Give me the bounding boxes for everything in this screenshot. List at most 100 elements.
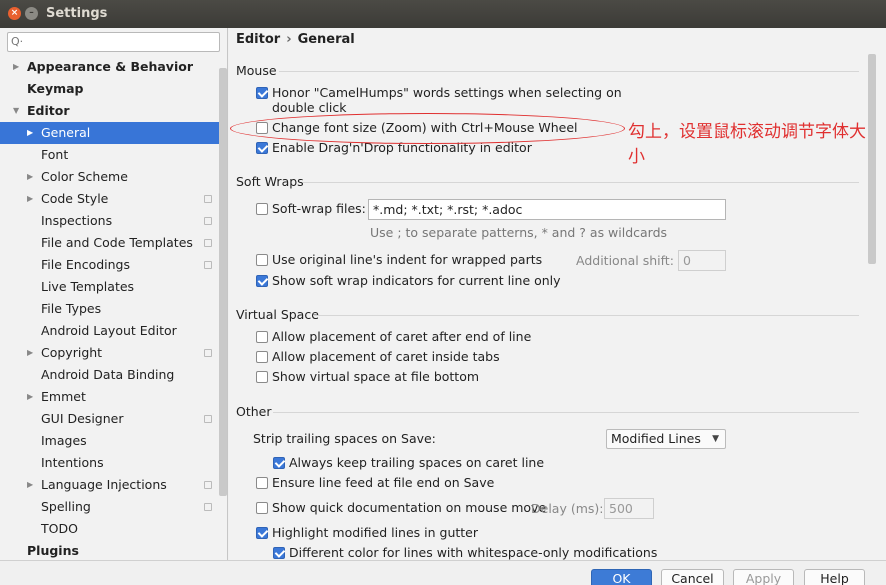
- sidebar-item-label: Plugins: [27, 543, 79, 558]
- strip-trailing-select[interactable]: Modified Lines ▼: [606, 429, 726, 449]
- project-scope-icon: [204, 481, 212, 489]
- virtual-space-bottom-checkbox[interactable]: [256, 371, 268, 383]
- chevron-right-icon[interactable]: ▶: [13, 56, 19, 78]
- sidebar-item-label: Code Style: [41, 191, 109, 206]
- sidebar-item-code-style[interactable]: ▶ Code Style: [0, 188, 227, 210]
- highlight-modified-label: Highlight modified lines in gutter: [272, 525, 479, 540]
- section-divider: [313, 315, 859, 316]
- caret-inside-tabs-checkbox[interactable]: [256, 351, 268, 363]
- cancel-button[interactable]: Cancel: [661, 569, 724, 585]
- minimize-icon[interactable]: –: [25, 7, 38, 20]
- sidebar-item-spelling[interactable]: Spelling: [0, 496, 227, 518]
- project-scope-icon: [204, 217, 212, 225]
- caret-after-eol-checkbox[interactable]: [256, 331, 268, 343]
- highlight-modified-checkbox[interactable]: [256, 527, 268, 539]
- camelhumps-label-line2: double click: [272, 100, 347, 115]
- project-scope-icon: [204, 261, 212, 269]
- additional-shift-input[interactable]: 0: [678, 250, 726, 271]
- sidebar-item-label: Font: [41, 147, 69, 162]
- sidebar-item-label: File and Code Templates: [41, 235, 193, 250]
- sidebar-item-file-templates[interactable]: File and Code Templates: [0, 232, 227, 254]
- sidebar-item-general[interactable]: ▶ General: [0, 122, 227, 144]
- title-bar: × – Settings: [0, 0, 886, 28]
- apply-button[interactable]: Apply: [733, 569, 794, 585]
- camelhumps-label: Honor "CamelHumps" words settings when s…: [272, 85, 622, 100]
- sidebar-item-images[interactable]: Images: [0, 430, 227, 452]
- additional-shift-label: Additional shift:: [576, 253, 674, 268]
- sidebar-item-label: Emmet: [41, 389, 86, 404]
- sidebar-item-label: Appearance & Behavior: [27, 59, 193, 74]
- chevron-down-icon: ▼: [712, 434, 719, 444]
- ok-button[interactable]: OK: [591, 569, 652, 585]
- soft-wrap-files-input[interactable]: *.md; *.txt; *.rst; *.adoc: [368, 199, 726, 220]
- sidebar-item-inspections[interactable]: Inspections: [0, 210, 227, 232]
- sidebar-item-emmet[interactable]: ▶ Emmet: [0, 386, 227, 408]
- sidebar-item-keymap[interactable]: Keymap: [0, 78, 227, 100]
- project-scope-icon: [204, 415, 212, 423]
- settings-sidebar: Q· ▶ Appearance & Behavior Keymap ▼ Editor…: [0, 28, 228, 560]
- window-title: Settings: [46, 6, 108, 21]
- chevron-right-icon[interactable]: ▶: [27, 188, 33, 210]
- sidebar-item-plugins[interactable]: Plugins: [0, 540, 227, 560]
- sidebar-item-file-types[interactable]: File Types: [0, 298, 227, 320]
- chevron-right-icon[interactable]: ▶: [27, 474, 33, 496]
- search-input[interactable]: Q·: [7, 32, 220, 52]
- sidebar-item-copyright[interactable]: ▶ Copyright: [0, 342, 227, 364]
- whitespace-color-label: Different color for lines with whitespac…: [289, 545, 658, 560]
- soft-wrap-indicators-checkbox[interactable]: [256, 275, 268, 287]
- caret-after-eol-label: Allow placement of caret after end of li…: [272, 329, 532, 344]
- keep-trailing-checkbox[interactable]: [273, 457, 285, 469]
- sidebar-item-language-injections[interactable]: ▶ Language Injections: [0, 474, 227, 496]
- soft-wrap-hint: Use ; to separate patterns, * and ? as w…: [370, 225, 668, 240]
- quick-doc-checkbox[interactable]: [256, 502, 268, 514]
- sidebar-item-label: Keymap: [27, 81, 84, 96]
- sidebar-item-label: Language Injections: [41, 477, 167, 492]
- soft-wrap-files-checkbox[interactable]: [256, 203, 268, 215]
- sidebar-item-color-scheme[interactable]: ▶ Color Scheme: [0, 166, 227, 188]
- breadcrumb-separator: ›: [286, 32, 292, 47]
- ensure-lf-checkbox[interactable]: [256, 477, 268, 489]
- section-divider: [273, 412, 859, 413]
- sidebar-item-todo[interactable]: TODO: [0, 518, 227, 540]
- drag-drop-checkbox[interactable]: [256, 142, 268, 154]
- annotation-ellipse: [230, 113, 625, 144]
- sidebar-item-file-encodings[interactable]: File Encodings: [0, 254, 227, 276]
- sidebar-scrollbar[interactable]: [219, 68, 227, 496]
- chevron-down-icon[interactable]: ▼: [13, 100, 19, 122]
- delay-label: Delay (ms):: [531, 501, 604, 516]
- search-icon: Q·: [11, 35, 24, 48]
- sidebar-item-android-layout-editor[interactable]: Android Layout Editor: [0, 320, 227, 342]
- strip-trailing-label: Strip trailing spaces on Save:: [253, 431, 436, 446]
- sidebar-item-gui-designer[interactable]: GUI Designer: [0, 408, 227, 430]
- keep-trailing-label: Always keep trailing spaces on caret lin…: [289, 455, 545, 470]
- whitespace-color-checkbox[interactable]: [273, 547, 285, 559]
- delay-input[interactable]: 500: [604, 498, 654, 519]
- breadcrumb: Editor › General: [236, 32, 355, 47]
- sidebar-item-font[interactable]: Font: [0, 144, 227, 166]
- chevron-right-icon[interactable]: ▶: [27, 166, 33, 188]
- sidebar-item-label: Spelling: [41, 499, 91, 514]
- ensure-lf-label: Ensure line feed at file end on Save: [272, 475, 495, 490]
- sidebar-item-intentions[interactable]: Intentions: [0, 452, 227, 474]
- sidebar-item-label: GUI Designer: [41, 411, 124, 426]
- sidebar-item-label: Editor: [27, 103, 70, 118]
- settings-tree: ▶ Appearance & Behavior Keymap ▼ Editor ▶ G…: [0, 56, 227, 560]
- sidebar-item-live-templates[interactable]: Live Templates: [0, 276, 227, 298]
- chevron-right-icon[interactable]: ▶: [27, 386, 33, 408]
- close-icon[interactable]: ×: [8, 7, 21, 20]
- project-scope-icon: [204, 239, 212, 247]
- sidebar-item-android-data-binding[interactable]: Android Data Binding: [0, 364, 227, 386]
- breadcrumb-parent: Editor: [236, 32, 281, 47]
- section-other-title: Other: [236, 404, 272, 419]
- chevron-right-icon[interactable]: ▶: [27, 122, 33, 144]
- sidebar-item-appearance[interactable]: ▶ Appearance & Behavior: [0, 56, 227, 78]
- help-button[interactable]: Help: [804, 569, 865, 585]
- camelhumps-checkbox[interactable]: [256, 87, 268, 99]
- soft-wrap-files-label: Soft-wrap files:: [272, 201, 366, 216]
- sidebar-item-label: Color Scheme: [41, 169, 128, 184]
- sidebar-item-label: TODO: [41, 521, 78, 536]
- original-indent-checkbox[interactable]: [256, 254, 268, 266]
- chevron-right-icon[interactable]: ▶: [27, 342, 33, 364]
- sidebar-item-label: Live Templates: [41, 279, 135, 294]
- sidebar-item-editor[interactable]: ▼ Editor: [0, 100, 227, 122]
